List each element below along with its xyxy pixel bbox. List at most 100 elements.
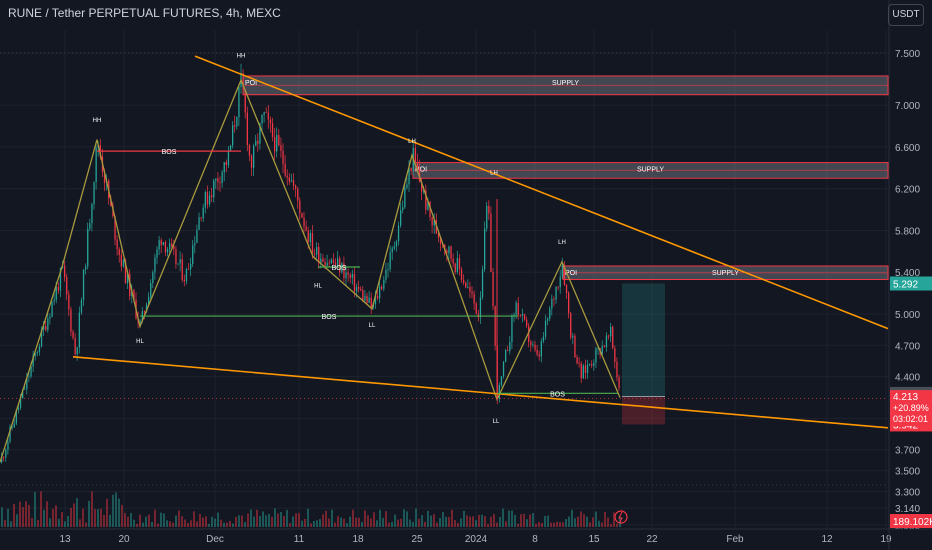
volume-bar [16, 514, 18, 527]
volume-bar [508, 510, 510, 527]
volume-bar [535, 523, 537, 527]
volume-bar [265, 515, 267, 527]
candle [87, 228, 89, 267]
candle [456, 258, 458, 272]
swing-label: HH [237, 53, 246, 59]
volume-bar [526, 519, 528, 527]
volume-bar [610, 523, 612, 527]
volume-bar [415, 508, 417, 527]
volume-bar [88, 500, 90, 527]
candle [402, 207, 404, 211]
volume-bar [190, 520, 192, 527]
volume-bar [307, 508, 309, 527]
volume-bar [451, 509, 453, 527]
x-tick-label: 12 [821, 534, 833, 545]
volume-bar [247, 513, 249, 527]
volume-bar [499, 517, 501, 527]
candle [555, 286, 557, 300]
candle [156, 249, 158, 258]
volume-bar [382, 517, 384, 527]
swing-label: LL [493, 419, 500, 425]
candle [227, 150, 230, 166]
x-tick-label: 20 [118, 534, 130, 545]
candle [379, 286, 381, 299]
volume-bar [70, 507, 72, 527]
y-tick-label: 5.000 [895, 310, 920, 321]
volume-bar [343, 518, 345, 527]
volume-bar [511, 510, 513, 527]
volume-bar [481, 514, 483, 527]
volume-bar [31, 518, 33, 527]
volume-bar [334, 522, 336, 527]
swing-label: HL [136, 339, 144, 345]
volume-bar [520, 514, 522, 527]
volume-bar [145, 516, 147, 527]
volume-bar [502, 508, 504, 527]
candle [574, 335, 576, 358]
volume-bar [352, 509, 354, 527]
volume-bar [76, 498, 78, 527]
y-tick-label: 3.140 [895, 504, 920, 515]
candle [311, 233, 314, 254]
volume-bar [109, 514, 111, 527]
candle [492, 272, 494, 307]
volume-bar [313, 521, 315, 527]
candle [364, 295, 366, 301]
candle [198, 217, 200, 230]
candle [265, 112, 267, 113]
candle [53, 299, 55, 302]
candle [515, 302, 517, 315]
candle [120, 255, 122, 267]
candle [481, 269, 484, 298]
volume-bar [421, 515, 423, 527]
volume-bar [559, 522, 561, 527]
candle [544, 320, 547, 337]
bos-label: BOS [550, 391, 565, 398]
volume-bar [484, 516, 486, 527]
position-target-zone [622, 283, 665, 397]
volume-bar [601, 522, 603, 527]
y-tick-label: 7.000 [895, 101, 920, 112]
candle [80, 300, 83, 313]
candle [618, 377, 620, 389]
volume-bar [208, 523, 210, 527]
supply-label: SUPPLY [712, 270, 739, 277]
volume-bar [322, 514, 324, 527]
candle [232, 125, 234, 146]
candle [330, 259, 332, 264]
volume-bar [487, 523, 489, 527]
bos-label: BOS [332, 265, 347, 272]
candle [586, 364, 589, 373]
currency-selector[interactable]: USDT [888, 4, 924, 26]
last-price-change: +20.89% [893, 403, 929, 413]
candle [238, 87, 240, 118]
volume-bar [163, 513, 165, 527]
price-axis-label: 189.102K [893, 517, 932, 528]
candle [355, 286, 358, 292]
candle [385, 269, 387, 280]
candle [582, 365, 584, 379]
volume-bar [1, 507, 3, 527]
candle [467, 286, 469, 288]
volume-bar [178, 510, 180, 527]
candle [248, 145, 251, 156]
volume-bar [403, 509, 405, 527]
volume-bar [85, 522, 87, 527]
candle [297, 188, 299, 201]
candle [17, 407, 20, 410]
candle [278, 135, 280, 146]
candle [179, 259, 181, 264]
volume-bar [556, 521, 558, 527]
volume-bar [469, 516, 471, 527]
candle [362, 290, 364, 301]
volume-bar [562, 522, 564, 527]
volume-bar [283, 515, 285, 527]
candle [469, 286, 471, 292]
candle [257, 140, 259, 144]
volume-bar [340, 517, 342, 527]
candle [557, 286, 559, 288]
candle [118, 249, 120, 256]
volume-bar [118, 498, 120, 527]
volume-bar [193, 511, 195, 527]
price-chart[interactable]: 7.5007.0006.6006.2005.8005.4005.0004.700… [0, 0, 932, 550]
